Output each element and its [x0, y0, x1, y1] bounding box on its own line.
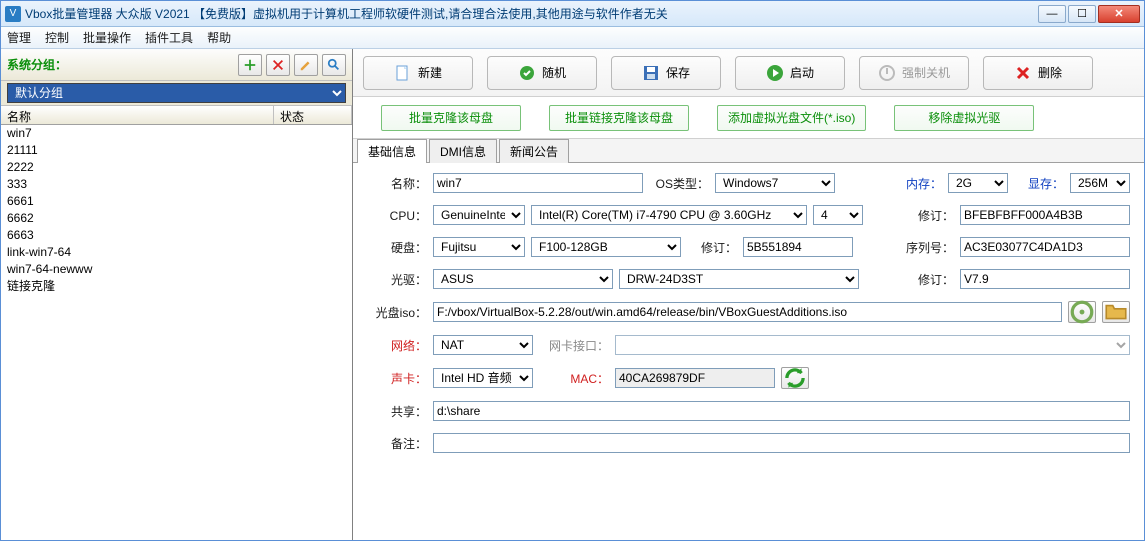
name-input[interactable] [433, 173, 643, 193]
mac-input[interactable] [615, 368, 775, 388]
tab-dmi[interactable]: DMI信息 [429, 139, 497, 163]
mac-refresh-button[interactable] [781, 367, 809, 389]
list-item[interactable]: 6661 [1, 193, 352, 210]
share-label: 共享： [367, 403, 427, 420]
disk-label: 硬盘： [367, 239, 427, 256]
name-label: 名称： [367, 175, 427, 192]
random-button[interactable]: 随机 [487, 56, 597, 90]
disk-vendor-select[interactable]: Fujitsu [433, 237, 525, 257]
tab-row: 基础信息 DMI信息 新闻公告 [353, 139, 1144, 163]
optical-rev-input[interactable] [960, 269, 1130, 289]
edit-group-button[interactable] [294, 54, 318, 76]
os-label: OS类型： [649, 175, 709, 192]
optical-rev-label: 修订： [904, 271, 954, 288]
vram-select[interactable]: 256M [1070, 173, 1130, 193]
app-icon: V [5, 6, 21, 22]
col-status[interactable]: 状态 [274, 106, 352, 124]
disk-sn-label: 序列号： [894, 239, 954, 256]
net-select[interactable]: NAT [433, 335, 533, 355]
search-group-button[interactable] [322, 54, 346, 76]
delete-group-button[interactable] [266, 54, 290, 76]
cpu-count-select[interactable]: 4 [813, 205, 863, 225]
disk-sn-input[interactable] [960, 237, 1130, 257]
close-button[interactable]: ✕ [1098, 5, 1140, 23]
menu-help[interactable]: 帮助 [207, 29, 231, 46]
list-item[interactable]: 链接克隆 [1, 278, 352, 295]
cpu-rev-input[interactable] [960, 205, 1130, 225]
nic-select [615, 335, 1130, 355]
group-select[interactable]: 默认分组 [7, 83, 346, 103]
group-label: 系统分组： [7, 56, 67, 73]
right-panel: 新建 随机 保存 启动 强制关机 删除 批量克隆该母盘 批量链接克隆该母盘 添加… [353, 49, 1144, 540]
tab-basic[interactable]: 基础信息 [357, 139, 427, 163]
left-panel: 系统分组： 默认分组 名称 状态 win7 21111 2222 333 666… [1, 49, 353, 540]
mem-select[interactable]: 2G [948, 173, 1008, 193]
window-title: Vbox批量管理器 大众版 V2021 【免费版】虚拟机用于计算机工程师软硬件测… [25, 5, 1038, 22]
share-input[interactable] [433, 401, 1130, 421]
vm-list[interactable]: win7 21111 2222 333 6661 6662 6663 link-… [1, 125, 352, 540]
vm-list-header: 名称 状态 [1, 105, 352, 125]
list-item[interactable]: link-win7-64 [1, 244, 352, 261]
disk-rev-label: 修订： [687, 239, 737, 256]
optical-vendor-select[interactable]: ASUS [433, 269, 613, 289]
batch-link-clone-button[interactable]: 批量链接克隆该母盘 [549, 105, 689, 131]
vram-label: 显存： [1014, 175, 1064, 192]
sub-toolbar: 批量克隆该母盘 批量链接克隆该母盘 添加虚拟光盘文件(*.iso) 移除虚拟光驱 [353, 97, 1144, 139]
add-group-button[interactable] [238, 54, 262, 76]
remove-iso-button[interactable]: 移除虚拟光驱 [894, 105, 1034, 131]
list-item[interactable]: 6663 [1, 227, 352, 244]
start-button[interactable]: 启动 [735, 56, 845, 90]
note-input[interactable] [433, 433, 1130, 453]
disk-model-select[interactable]: F100-128GB [531, 237, 681, 257]
mem-label: 内存： [882, 175, 942, 192]
iso-label: 光盘iso： [367, 304, 427, 321]
titlebar: V Vbox批量管理器 大众版 V2021 【免费版】虚拟机用于计算机工程师软硬… [1, 1, 1144, 27]
delete-button[interactable]: 删除 [983, 56, 1093, 90]
cpu-vendor-select[interactable]: GenuineIntel [433, 205, 525, 225]
save-button[interactable]: 保存 [611, 56, 721, 90]
cpu-model-select[interactable]: Intel(R) Core(TM) i7-4790 CPU @ 3.60GHz [531, 205, 807, 225]
cpu-label: CPU： [367, 207, 427, 224]
form-area: 名称： OS类型： Windows7 内存： 2G 显存： 256M CPU： … [353, 163, 1144, 540]
optical-model-select[interactable]: DRW-24D3ST [619, 269, 859, 289]
tab-news[interactable]: 新闻公告 [499, 139, 569, 163]
optical-label: 光驱： [367, 271, 427, 288]
list-item[interactable]: 2222 [1, 159, 352, 176]
nic-label: 网卡接口： [539, 337, 609, 354]
iso-disc-button[interactable] [1068, 301, 1096, 323]
list-item[interactable]: 333 [1, 176, 352, 193]
disk-rev-input[interactable] [743, 237, 853, 257]
main-toolbar: 新建 随机 保存 启动 强制关机 删除 [353, 49, 1144, 97]
new-button[interactable]: 新建 [363, 56, 473, 90]
maximize-button[interactable]: ☐ [1068, 5, 1096, 23]
mac-label: MAC： [539, 370, 609, 387]
menu-plugin[interactable]: 插件工具 [145, 29, 193, 46]
menubar: 管理 控制 批量操作 插件工具 帮助 [1, 27, 1144, 49]
col-name[interactable]: 名称 [1, 106, 274, 124]
batch-clone-button[interactable]: 批量克隆该母盘 [381, 105, 521, 131]
note-label: 备注： [367, 435, 427, 452]
audio-select[interactable]: Intel HD 音频 [433, 368, 533, 388]
iso-browse-button[interactable] [1102, 301, 1130, 323]
iso-input[interactable] [433, 302, 1062, 322]
force-off-button[interactable]: 强制关机 [859, 56, 969, 90]
minimize-button[interactable]: — [1038, 5, 1066, 23]
add-iso-button[interactable]: 添加虚拟光盘文件(*.iso) [717, 105, 866, 131]
list-item[interactable]: 6662 [1, 210, 352, 227]
net-label: 网络： [367, 337, 427, 354]
os-select[interactable]: Windows7 [715, 173, 835, 193]
cpu-rev-label: 修订： [904, 207, 954, 224]
list-item[interactable]: win7 [1, 125, 352, 142]
audio-label: 声卡： [367, 370, 427, 387]
menu-batch[interactable]: 批量操作 [83, 29, 131, 46]
menu-control[interactable]: 控制 [45, 29, 69, 46]
list-item[interactable]: 21111 [1, 142, 352, 159]
menu-manage[interactable]: 管理 [7, 29, 31, 46]
list-item[interactable]: win7-64-newww [1, 261, 352, 278]
